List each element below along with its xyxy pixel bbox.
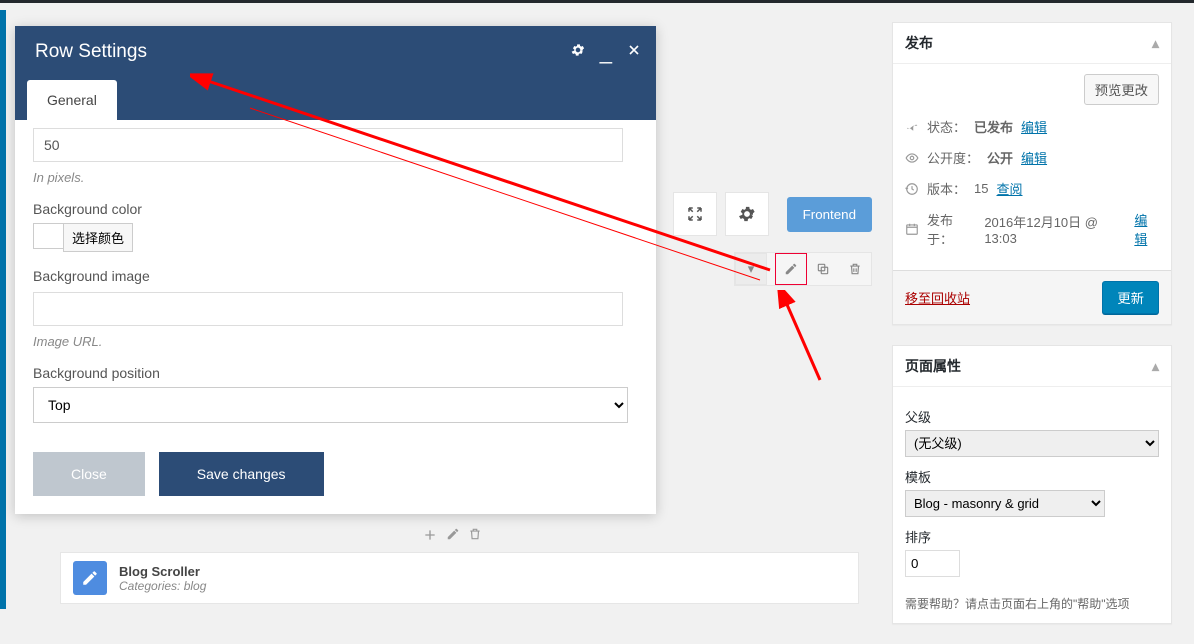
eye-icon [905,151,919,165]
frontend-button[interactable]: Frontend [787,197,872,232]
bgimage-input[interactable] [33,292,623,326]
edit-status-link[interactable]: 编辑 [1021,117,1047,136]
published-label: 发布于： [927,210,976,248]
minimize-icon[interactable]: _ [600,47,612,57]
color-swatch[interactable] [33,223,63,249]
modal-scroll[interactable]: In pixels. Background color 选择颜色 Backgro… [33,120,638,434]
chevron-down-icon[interactable]: ▾ [735,253,767,285]
card-title: Blog Scroller [119,564,206,579]
settings-gear-icon[interactable] [725,192,769,236]
pixels-input[interactable] [33,128,623,162]
template-select[interactable]: Blog - masonry & grid [905,490,1105,517]
edit-visibility-link[interactable]: 编辑 [1021,148,1047,167]
preview-button[interactable]: 预览更改 [1084,74,1159,105]
trash-link[interactable]: 移至回收站 [905,288,970,307]
page-attr-title: 页面属性 [905,356,961,376]
revisions-label: 版本： [927,179,966,198]
delete-trash-icon[interactable] [466,525,484,548]
close-icon[interactable] [626,42,642,61]
page-attributes-panel: 页面属性 ▴ 父级 (无父级) 模板 Blog - masonry & grid… [892,345,1172,624]
browse-revisions-link[interactable]: 查阅 [996,179,1022,198]
add-icon[interactable] [420,525,440,548]
calendar-icon [905,222,919,236]
bgcolor-label: Background color [33,201,638,217]
publish-panel: 发布 ▴ 预览更改 状态： 已发布 编辑 公开度： 公开 编辑 版本： 15 查… [892,22,1172,325]
published-value: 2016年12月10日 @ 13:03 [984,212,1126,246]
collapse-icon[interactable]: ▴ [1152,35,1159,52]
collapse-icon[interactable]: ▴ [1152,358,1159,375]
fullscreen-icon[interactable] [673,192,717,236]
choose-color-button[interactable]: 选择颜色 [63,223,133,252]
close-button[interactable]: Close [33,452,145,496]
status-label: 状态： [927,117,966,136]
copy-icon[interactable] [807,253,839,285]
order-input[interactable] [905,550,960,577]
publish-title: 发布 [905,33,933,53]
order-label: 排序 [905,527,1159,546]
pencil-icon[interactable] [775,253,807,285]
pencil-card-icon [73,561,107,595]
bgimage-label: Background image [33,268,638,284]
imageurl-hint: Image URL. [33,334,638,349]
bgposition-select[interactable]: Top [33,387,628,423]
modal-title: Row Settings [15,26,656,78]
revisions-value: 15 [974,181,988,196]
parent-select[interactable]: (无父级) [905,430,1159,457]
pixels-hint: In pixels. [33,170,638,185]
save-changes-button[interactable]: Save changes [159,452,324,496]
pin-icon [905,120,919,134]
gear-icon[interactable] [570,42,586,61]
template-label: 模板 [905,467,1159,486]
status-value: 已发布 [974,117,1013,136]
row-settings-modal: Row Settings _ General In pixels. Backgr… [15,26,656,514]
bgposition-label: Background position [33,365,638,381]
tab-general[interactable]: General [27,80,117,120]
parent-label: 父级 [905,407,1159,426]
update-button[interactable]: 更新 [1102,281,1159,314]
blog-scroller-card[interactable]: Blog Scroller Categories: blog [60,552,859,604]
visibility-value: 公开 [987,148,1013,167]
edit-pencil-icon[interactable] [444,525,462,548]
modal-header: Row Settings _ General [15,26,656,120]
trash-icon[interactable] [839,253,871,285]
visibility-label: 公开度： [927,148,979,167]
edit-date-link[interactable]: 编辑 [1134,210,1159,248]
help-text: 需要帮助？请点击页面右上角的"帮助"选项 [905,595,1159,613]
history-icon [905,182,919,196]
card-subtitle: Categories: blog [119,579,206,593]
